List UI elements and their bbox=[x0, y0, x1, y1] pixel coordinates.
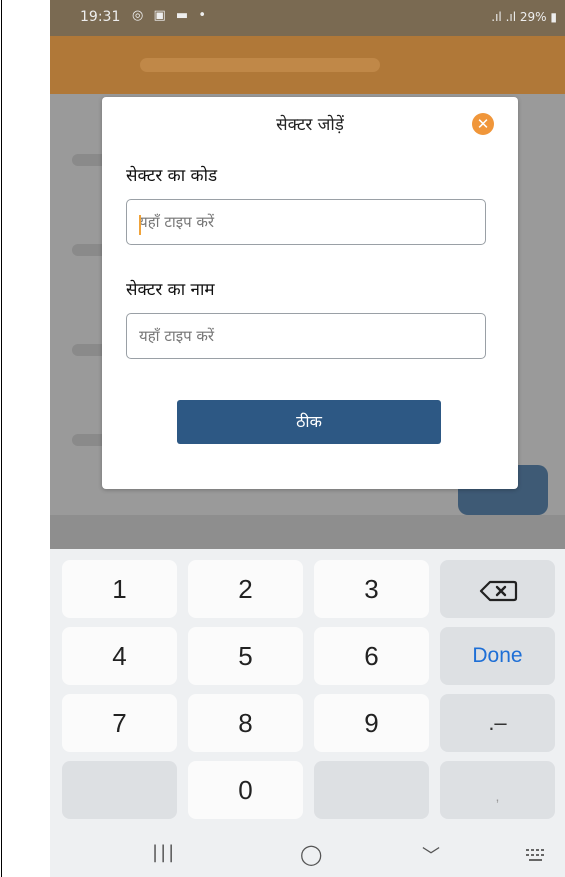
dot-icon: • bbox=[198, 8, 210, 23]
notification-icons: ◎ ▣ ▬ • bbox=[132, 8, 209, 23]
numeric-keyboard: 1 2 3 4 5 6 Done 7 8 9 .– 0 , bbox=[50, 549, 565, 834]
key-2[interactable]: 2 bbox=[188, 560, 303, 618]
sector-code-input[interactable] bbox=[126, 199, 486, 245]
keyboard-glyph bbox=[526, 849, 544, 861]
whatsapp-icon: ◎ bbox=[132, 8, 147, 23]
app-title-blurred bbox=[140, 58, 380, 72]
key-8[interactable]: 8 bbox=[188, 694, 303, 752]
signal-icon: .ıl .ıl bbox=[491, 10, 517, 24]
key-4[interactable]: 4 bbox=[62, 627, 177, 685]
sector-code-label: सेक्टर का कोड bbox=[126, 166, 218, 186]
key-9[interactable]: 9 bbox=[314, 694, 429, 752]
key-1[interactable]: 1 bbox=[62, 560, 177, 618]
status-bar: 19:31 ◎ ▣ ▬ • .ıl .ıl 29% ▮ bbox=[50, 0, 565, 36]
key-3[interactable]: 3 bbox=[314, 560, 429, 618]
key-6[interactable]: 6 bbox=[314, 627, 429, 685]
empty-key-left bbox=[62, 761, 177, 819]
left-border bbox=[1, 0, 2, 877]
key-7[interactable]: 7 bbox=[62, 694, 177, 752]
status-right: .ıl .ıl 29% ▮ bbox=[491, 10, 557, 24]
navigation-bar: ||| ◯ ﹀ bbox=[50, 834, 565, 877]
sector-name-input[interactable] bbox=[126, 313, 486, 359]
sector-name-label: सेक्टर का नाम bbox=[126, 280, 215, 300]
comma-key[interactable]: , bbox=[440, 761, 555, 819]
close-icon[interactable]: ✕ bbox=[472, 113, 494, 135]
dot-dash-key[interactable]: .– bbox=[440, 694, 555, 752]
dialog-title: सेक्टर जोड़ें bbox=[276, 115, 344, 135]
backspace-key[interactable] bbox=[440, 560, 555, 618]
key-0[interactable]: 0 bbox=[188, 761, 303, 819]
battery-icon: ▮ bbox=[550, 10, 557, 24]
gallery-icon: ▣ bbox=[153, 8, 169, 23]
app-bar bbox=[50, 36, 565, 94]
ok-button[interactable]: ठीक bbox=[177, 400, 441, 444]
add-sector-dialog: सेक्टर जोड़ें ✕ सेक्टर का कोड सेक्टर का … bbox=[102, 97, 518, 489]
message-icon: ▬ bbox=[175, 8, 192, 23]
text-cursor bbox=[139, 215, 141, 235]
phone-screen: 19:31 ◎ ▣ ▬ • .ıl .ıl 29% ▮ सेक्टर जोड़े… bbox=[50, 0, 565, 877]
backspace-icon bbox=[479, 581, 517, 602]
battery-level: 29% bbox=[519, 10, 547, 24]
done-key[interactable]: Done bbox=[440, 627, 555, 685]
status-time: 19:31 bbox=[80, 9, 121, 25]
recents-icon[interactable]: ||| bbox=[152, 842, 176, 863]
empty-key-right bbox=[314, 761, 429, 819]
home-icon[interactable]: ◯ bbox=[300, 842, 322, 866]
back-icon[interactable]: ﹀ bbox=[422, 842, 440, 868]
keyboard-icon[interactable] bbox=[525, 846, 547, 867]
key-5[interactable]: 5 bbox=[188, 627, 303, 685]
background-bottom bbox=[50, 515, 565, 550]
